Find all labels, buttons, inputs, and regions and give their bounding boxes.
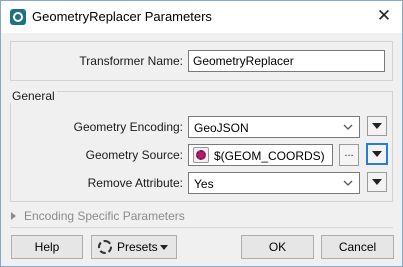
transformer-name-label: Transformer Name: — [79, 54, 183, 68]
help-button[interactable]: Help — [11, 235, 83, 259]
remove-attribute-label: Remove Attribute: — [87, 176, 183, 190]
triangle-down-icon — [372, 123, 382, 129]
chevron-right-icon — [11, 212, 16, 220]
window-title: GeometryReplacer Parameters — [32, 9, 212, 24]
attribute-value-icon — [193, 147, 209, 163]
triangle-down-icon — [160, 245, 168, 250]
encoding-specific-section-toggle[interactable]: Encoding Specific Parameters — [11, 209, 185, 223]
close-icon[interactable]: ✕ — [374, 6, 394, 26]
geometry-source-browse-button[interactable]: ... — [339, 144, 359, 166]
triangle-down-icon — [372, 179, 382, 185]
fme-app-icon — [10, 9, 26, 25]
geometry-source-label: Geometry Source: — [85, 148, 183, 162]
encoding-specific-label: Encoding Specific Parameters — [24, 209, 185, 223]
ok-button[interactable]: OK — [241, 235, 314, 259]
chevron-down-icon — [343, 124, 353, 130]
presets-label: Presets — [117, 240, 158, 254]
remove-attribute-select[interactable]: Yes — [188, 172, 360, 194]
presets-button[interactable]: Presets — [91, 235, 177, 259]
chevron-down-icon — [343, 180, 353, 186]
geometry-source-menu-button[interactable] — [366, 143, 388, 165]
geometry-source-field[interactable]: $(GEOM_COORDS) — [188, 144, 333, 166]
footer-divider — [10, 227, 393, 228]
gear-icon — [98, 240, 112, 254]
geometry-encoding-label: Geometry Encoding: — [73, 120, 183, 134]
geometry-encoding-menu-button[interactable] — [367, 116, 387, 136]
cancel-button[interactable]: Cancel — [321, 235, 394, 259]
title-bar: GeometryReplacer Parameters ✕ — [1, 1, 402, 33]
geometry-encoding-select[interactable]: GeoJSON — [188, 116, 360, 138]
geometry-encoding-value: GeoJSON — [194, 121, 249, 135]
remove-attribute-value: Yes — [194, 177, 214, 191]
geometry-source-value: $(GEOM_COORDS) — [214, 149, 325, 163]
dialog-window: GeometryReplacer Parameters ✕ Transforme… — [0, 0, 403, 267]
transformer-name-input[interactable]: GeometryReplacer — [188, 50, 385, 72]
general-group-title: General — [10, 89, 57, 103]
triangle-down-icon — [372, 151, 382, 157]
remove-attribute-menu-button[interactable] — [367, 172, 387, 192]
